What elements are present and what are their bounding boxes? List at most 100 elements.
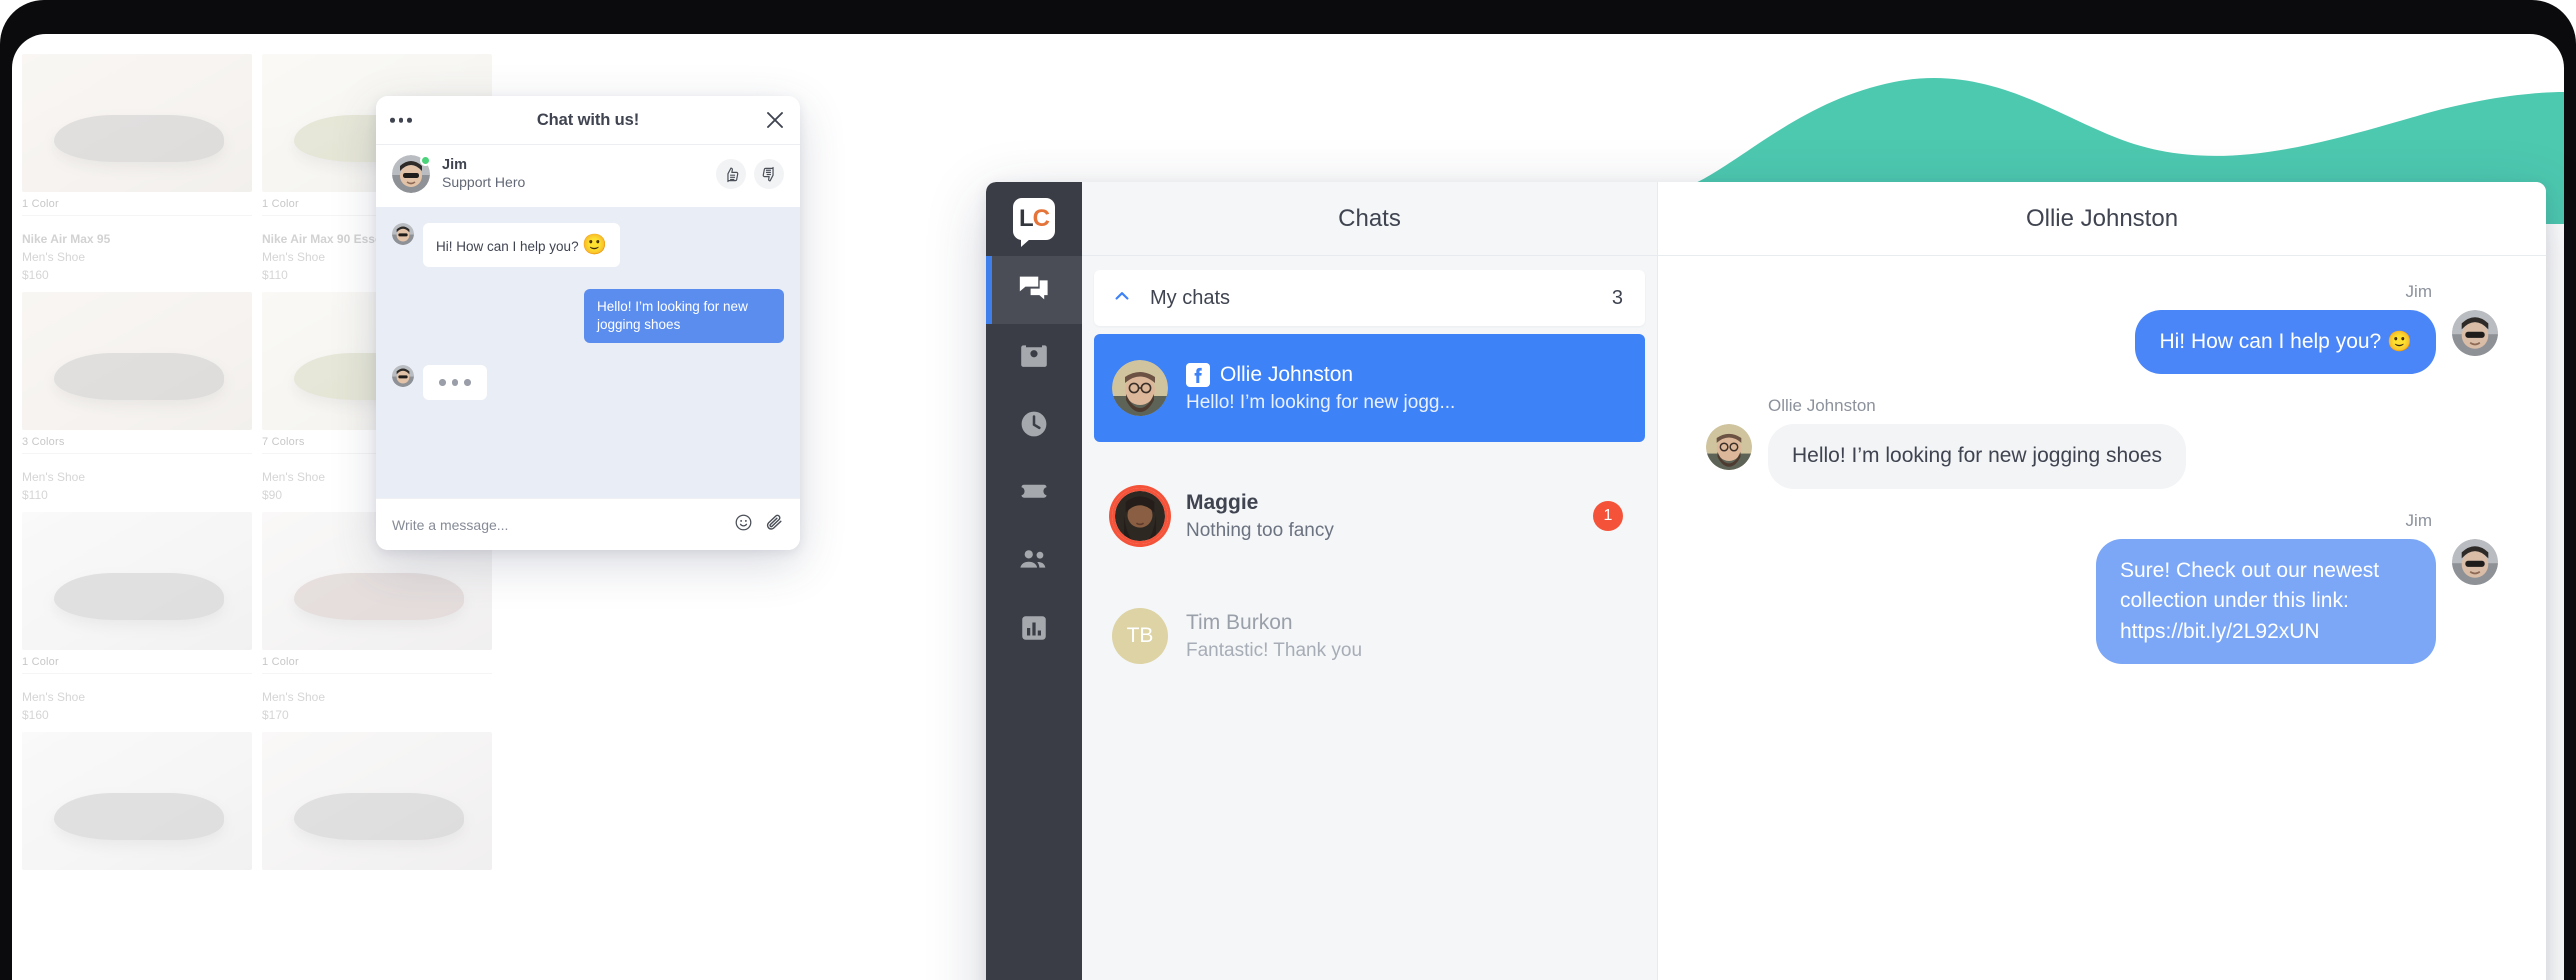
list-item[interactable]: Maggie Nothing too fancy 1 bbox=[1094, 470, 1645, 562]
chat-list-panel: Chats My chats 3 Ollie Johnston Hello! I… bbox=[1082, 182, 1658, 980]
avatar bbox=[2452, 538, 2498, 585]
avatar bbox=[1706, 424, 1752, 471]
ellipsis-icon[interactable] bbox=[390, 117, 412, 123]
people-icon bbox=[1017, 543, 1051, 582]
product-title: Nike Air Max 95 bbox=[22, 232, 111, 246]
product-price: $110 bbox=[22, 488, 48, 502]
list-item-text: Ollie Johnston Hello! I’m looking for ne… bbox=[1186, 362, 1623, 414]
chat-group-my-chats[interactable]: My chats 3 bbox=[1094, 270, 1645, 326]
bar-chart-icon bbox=[1019, 613, 1049, 648]
chat-widget: Chat with us! Jim Support Hero Hi! How c… bbox=[376, 96, 800, 550]
sidebar-item-tickets[interactable] bbox=[986, 460, 1082, 528]
avatar bbox=[1112, 360, 1168, 416]
product-card[interactable] bbox=[22, 732, 252, 870]
list-item-name: Ollie Johnston bbox=[1220, 362, 1354, 386]
chat-list-body: My chats 3 Ollie Johnston Hello! I’m loo… bbox=[1082, 256, 1657, 980]
widget-composer[interactable]: Write a message... bbox=[376, 498, 800, 550]
message-text: Hi! How can I help you? bbox=[2159, 330, 2382, 353]
screenshot-stage: 1 Color Nike Air Max 95 Men's Shoe $160 … bbox=[0, 0, 2576, 980]
product-card[interactable]: 1 Color Men's Shoe $160 bbox=[22, 512, 252, 724]
message-row: Jim Hi! How can I help you? 🙂 bbox=[1706, 282, 2498, 375]
app-nav-rail: LC bbox=[986, 182, 1082, 980]
sidebar-item-chats[interactable] bbox=[986, 256, 1082, 324]
product-card[interactable]: 1 Color Nike Air Max 95 Men's Shoe $160 bbox=[22, 54, 252, 284]
sidebar-item-team[interactable] bbox=[986, 528, 1082, 596]
widget-bubble-agent: Hi! How can I help you? 🙂 bbox=[423, 223, 621, 268]
conversation-messages: Jim Hi! How can I help you? 🙂 Ollie John… bbox=[1658, 256, 2546, 980]
list-item-preview: Nothing too fancy bbox=[1186, 519, 1334, 541]
livechat-logo[interactable]: LC bbox=[986, 182, 1082, 256]
agent-role: Support Hero bbox=[442, 174, 526, 191]
product-card[interactable]: 3 Colors Men's Shoe $110 bbox=[22, 292, 252, 504]
chat-group-count: 3 bbox=[1611, 286, 1623, 309]
product-subtitle: Men's Shoe bbox=[22, 470, 85, 484]
message-input[interactable]: Write a message... bbox=[392, 517, 722, 533]
agent-name: Jim bbox=[442, 157, 467, 174]
widget-bubble-visitor: Hello! I’m looking for new jogging shoes bbox=[584, 289, 784, 344]
conversation-header: Ollie Johnston bbox=[1658, 182, 2546, 256]
product-row bbox=[22, 732, 802, 870]
product-image bbox=[22, 54, 252, 192]
list-item-preview: Fantastic! Thank you bbox=[1186, 639, 1363, 661]
list-item-text: Maggie Nothing too fancy bbox=[1186, 491, 1575, 542]
smile-emoji: 🙂 bbox=[582, 234, 608, 256]
product-card[interactable] bbox=[262, 732, 492, 870]
widget-titlebar: Chat with us! bbox=[376, 96, 800, 144]
unread-badge: 1 bbox=[1593, 501, 1623, 531]
avatar-initials: TB bbox=[1112, 608, 1168, 664]
chats-icon bbox=[1017, 271, 1051, 310]
product-subtitle: Men's Shoe bbox=[262, 690, 325, 704]
rating-buttons bbox=[716, 159, 784, 189]
logo-letter-c: C bbox=[1032, 205, 1050, 232]
product-meta: Men's Shoe $110 bbox=[22, 454, 252, 504]
product-image bbox=[262, 732, 492, 870]
livechat-app-window: LC Chats My chats 3 Ollie Johnston Hello… bbox=[986, 182, 2546, 980]
product-price: $160 bbox=[22, 268, 49, 282]
logo-letter-l: L bbox=[1018, 205, 1034, 232]
list-item[interactable]: TB Tim Burkon Fantastic! Thank you bbox=[1094, 590, 1645, 682]
sidebar-item-history[interactable] bbox=[986, 392, 1082, 460]
list-item[interactable]: Ollie Johnston Hello! I’m looking for ne… bbox=[1094, 334, 1645, 442]
emoji-icon[interactable] bbox=[734, 513, 753, 537]
list-item-name: Tim Burkon bbox=[1186, 610, 1293, 634]
thumbs-down-icon[interactable] bbox=[754, 159, 784, 189]
message-bubble: Hi! How can I help you? 🙂 bbox=[2135, 310, 2436, 375]
chat-list-header: Chats bbox=[1082, 182, 1657, 256]
product-image bbox=[22, 732, 252, 870]
chat-group-label: My chats bbox=[1150, 286, 1231, 309]
typing-indicator bbox=[423, 365, 487, 400]
avatar bbox=[2452, 310, 2498, 356]
contacts-icon bbox=[1018, 340, 1050, 377]
widget-message: Hello! I’m looking for new jogging shoes bbox=[392, 289, 784, 344]
widget-agent-info: Jim Support Hero bbox=[442, 156, 704, 192]
message-row: Ollie Johnston Hello! I’m looking for ne… bbox=[1706, 396, 2498, 489]
message-row: Jim Sure! Check out our newest collectio… bbox=[1706, 510, 2498, 665]
avatar bbox=[392, 155, 431, 193]
message-bubble: Sure! Check out our newest collection un… bbox=[2096, 538, 2436, 665]
sidebar-item-contacts[interactable] bbox=[986, 324, 1082, 392]
message-author: Jim bbox=[2405, 282, 2432, 301]
avatar bbox=[1112, 488, 1168, 544]
sidebar-item-reports[interactable] bbox=[986, 596, 1082, 664]
product-meta: Men's Shoe $160 bbox=[22, 674, 252, 724]
message-author: Jim bbox=[2405, 510, 2432, 530]
widget-message: Hi! How can I help you? 🙂 bbox=[392, 223, 784, 268]
widget-message-text: Hi! How can I help you? bbox=[436, 239, 579, 254]
list-item-name-row: Ollie Johnston bbox=[1186, 362, 1623, 387]
paperclip-icon[interactable] bbox=[765, 513, 784, 537]
product-colors: 1 Color bbox=[22, 192, 252, 216]
product-colors: 3 Colors bbox=[22, 430, 252, 454]
thumbs-up-icon[interactable] bbox=[716, 159, 746, 189]
online-status-dot bbox=[420, 155, 431, 166]
list-item-name: Maggie bbox=[1186, 490, 1259, 514]
product-meta: Men's Shoe $170 bbox=[262, 674, 492, 724]
product-price: $160 bbox=[22, 708, 49, 722]
chevron-up-icon[interactable] bbox=[1112, 286, 1132, 311]
facebook-icon bbox=[1186, 362, 1210, 387]
message-bubble: Hello! I’m looking for new jogging shoes bbox=[1768, 424, 2187, 489]
widget-title: Chat with us! bbox=[536, 110, 640, 129]
clock-icon bbox=[1018, 408, 1050, 445]
close-icon[interactable] bbox=[764, 109, 786, 131]
product-price: $170 bbox=[262, 708, 289, 722]
conversation-panel: Ollie Johnston Jim Hi! How can I help yo… bbox=[1658, 182, 2546, 980]
